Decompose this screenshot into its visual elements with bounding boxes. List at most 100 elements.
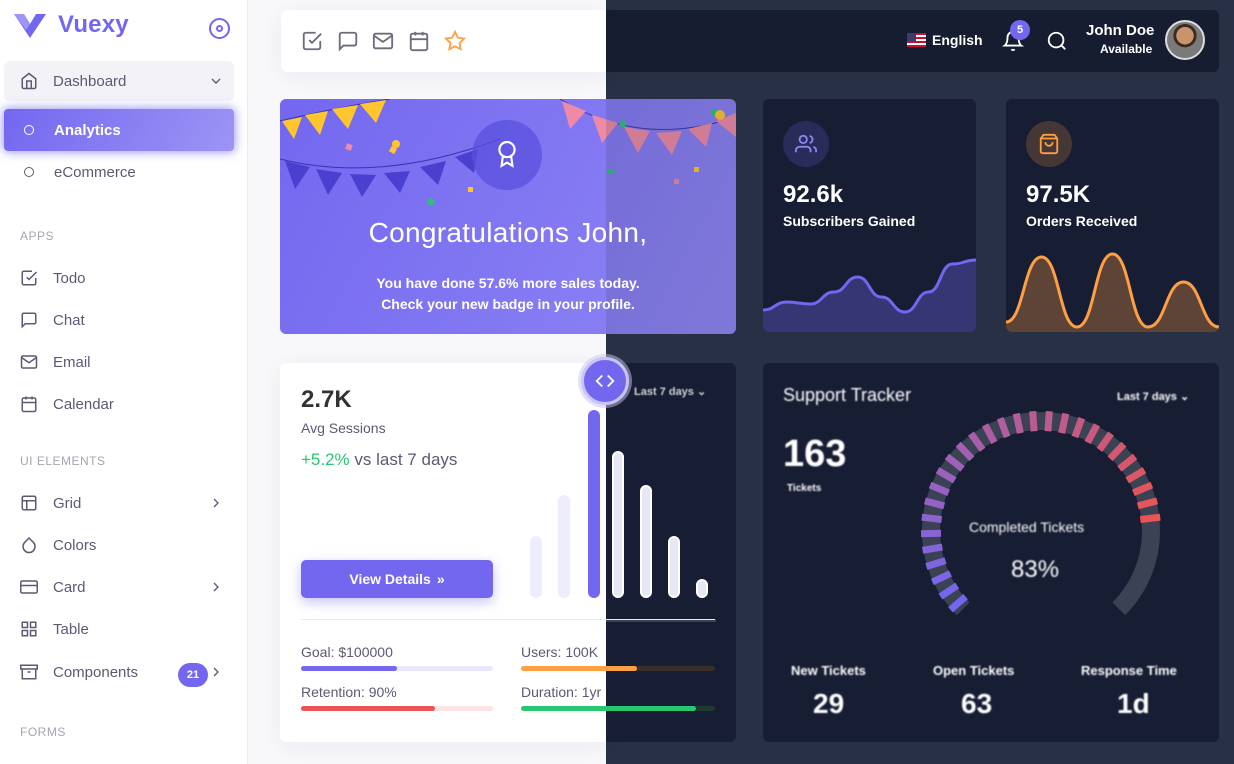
sidebar-item-ecommerce[interactable]: eCommerce — [4, 152, 234, 192]
award-badge — [472, 120, 542, 190]
congratulations-card: Congratulations John, You have done 57.6… — [280, 99, 736, 334]
sidebar-item-label: Grid — [53, 494, 82, 512]
message-square-icon[interactable] — [337, 30, 359, 52]
sidebar-item-todo[interactable]: Todo — [4, 258, 234, 298]
circle-icon — [24, 125, 34, 135]
sessions-label: Avg Sessions — [301, 420, 386, 436]
calendar-icon — [20, 395, 38, 413]
gauge-segment — [1044, 411, 1053, 432]
view-details-button[interactable]: View Details» — [301, 560, 493, 598]
sidebar-item-components[interactable]: Components 21 — [4, 652, 234, 692]
goal-label: Goal: $100000 — [301, 644, 393, 660]
gauge-segment — [921, 513, 943, 523]
sidebar-item-table[interactable]: Table — [4, 609, 234, 649]
sidebar-collapse-toggle[interactable] — [209, 18, 230, 39]
mail-icon[interactable] — [372, 30, 394, 52]
sidebar-item-label: Analytics — [54, 121, 121, 139]
subscribers-label: Subscribers Gained — [783, 213, 916, 229]
gauge-segment — [1029, 411, 1038, 432]
section-label-apps: APPS — [20, 229, 55, 243]
orders-label: Orders Received — [1026, 213, 1138, 229]
subscribers-value: 92.6k — [783, 181, 844, 208]
sidebar-item-card[interactable]: Card — [4, 567, 234, 607]
sidebar-item-email[interactable]: Email — [4, 342, 234, 382]
duration-label: Duration: 1yr — [521, 684, 602, 700]
user-name[interactable]: John Doe — [1086, 22, 1154, 39]
sidebar-item-calendar[interactable]: Calendar — [4, 384, 234, 424]
brand-name: Vuexy — [58, 11, 129, 38]
chevron-down-icon — [211, 78, 221, 84]
gauge-segment — [1136, 497, 1159, 510]
response-time-label: Response Time — [1081, 663, 1177, 678]
support-period-dropdown[interactable]: Last 7 days ⌄ — [1117, 390, 1189, 403]
congratulations-title: Congratulations John, — [368, 217, 648, 248]
us-flag-icon — [907, 33, 926, 47]
sidebar-item-analytics[interactable]: Analytics — [4, 109, 234, 151]
sidebar: Vuexy Dashboard Analytics eCommerce APPS… — [0, 0, 248, 764]
sidebar-item-label: Chat — [53, 311, 85, 329]
user-status: Available — [1100, 42, 1153, 56]
brand[interactable]: Vuexy — [12, 10, 129, 40]
code-icon — [595, 374, 615, 388]
support-tickets-value: 163 — [783, 433, 847, 475]
orders-card: 97.5K Orders Received — [1006, 99, 1219, 332]
archive-icon — [20, 663, 38, 681]
search-icon[interactable] — [1046, 30, 1068, 52]
congratulations-line-2: Check your new badge in your profile. — [381, 296, 635, 312]
circle-icon — [24, 167, 34, 177]
theme-compare-toggle[interactable] — [581, 357, 629, 405]
sidebar-item-label: Dashboard — [53, 72, 127, 90]
chevron-right-icon — [213, 582, 219, 592]
goal-progress — [301, 666, 397, 671]
language-selector[interactable]: English — [907, 32, 983, 48]
droplet-icon — [20, 536, 38, 554]
subscribers-card: 92.6k Subscribers Gained — [763, 99, 976, 332]
gauge-segment — [923, 497, 946, 510]
check-square-icon[interactable] — [301, 30, 323, 52]
chevrons-right-icon: » — [436, 571, 445, 587]
sidebar-item-dashboard[interactable]: Dashboard — [4, 61, 234, 101]
sidebar-item-label: Components — [53, 663, 139, 681]
sidebar-item-colors[interactable]: Colors — [4, 525, 234, 565]
vuexy-logo-icon — [14, 14, 46, 38]
sessions-value: 2.7K — [301, 386, 352, 413]
gauge-segment — [1139, 513, 1161, 523]
sessions-period-dropdown[interactable]: Last 7 days ⌄ — [634, 385, 706, 398]
calendar-icon[interactable] — [408, 30, 430, 52]
sessions-delta: +5.2% vs last 7 days — [301, 450, 458, 469]
support-tickets-label: Tickets — [787, 483, 822, 494]
language-label: English — [932, 32, 983, 48]
sidebar-item-chat[interactable]: Chat — [4, 300, 234, 340]
new-tickets-value: 29 — [813, 688, 845, 719]
response-time-value: 1d — [1117, 688, 1150, 719]
new-tickets-label: New Tickets — [791, 663, 866, 678]
shopping-bag-icon — [1026, 121, 1072, 167]
open-tickets-value: 63 — [961, 688, 993, 719]
completed-tickets-value: 83% — [1011, 556, 1060, 583]
avatar[interactable] — [1165, 20, 1205, 60]
users-progress — [521, 666, 638, 671]
chevron-right-icon — [213, 498, 219, 508]
gauge-segment — [1058, 412, 1070, 434]
message-square-icon — [20, 311, 38, 329]
sessions-bar — [640, 485, 652, 598]
divider — [301, 619, 715, 620]
star-icon[interactable] — [444, 30, 466, 52]
retention-label: Retention: 90% — [301, 684, 397, 700]
sessions-bar — [696, 579, 708, 598]
home-icon — [20, 72, 38, 90]
award-icon — [498, 140, 516, 168]
orders-trend-chart — [1006, 252, 1219, 332]
duration-progress — [521, 706, 696, 711]
notification-badge: 5 — [1010, 20, 1030, 40]
sidebar-item-label: eCommerce — [54, 163, 136, 181]
sessions-bar — [558, 494, 570, 598]
grid-icon — [20, 620, 38, 638]
users-label: Users: 100K — [521, 644, 599, 660]
sessions-bar — [530, 535, 542, 598]
section-label-ui-elements: UI ELEMENTS — [20, 454, 106, 468]
sidebar-item-grid[interactable]: Grid — [4, 483, 234, 523]
section-label-forms: FORMS — [20, 725, 66, 739]
completed-tickets-label: Completed Tickets — [969, 519, 1085, 535]
credit-card-icon — [20, 578, 38, 596]
